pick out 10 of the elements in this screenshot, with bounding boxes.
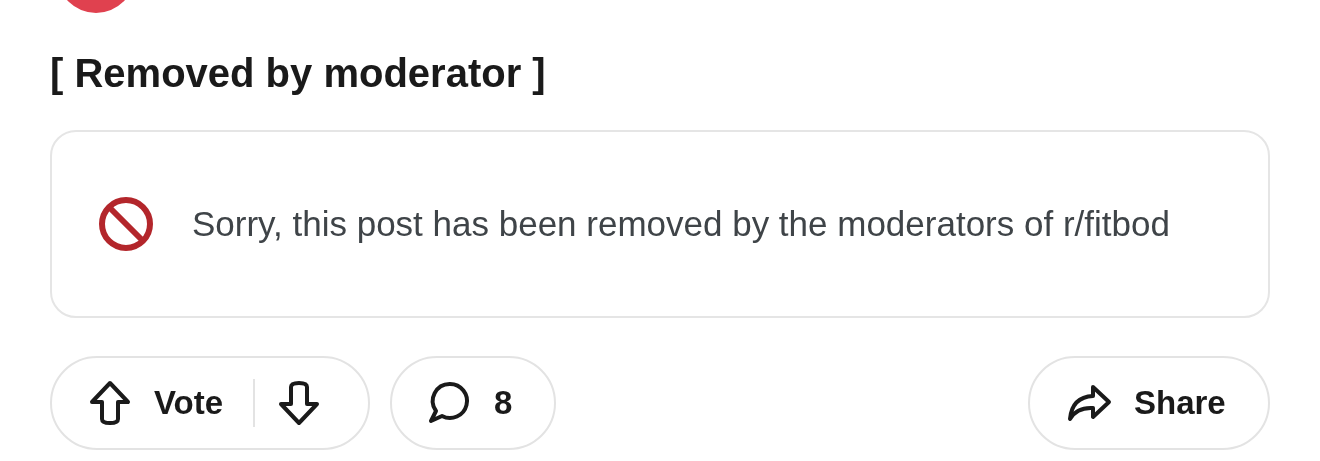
upvote-icon — [88, 380, 132, 426]
comment-icon — [426, 381, 472, 425]
post-title: [ Removed by moderator ] — [50, 50, 547, 96]
upvote-button[interactable]: Vote — [52, 358, 224, 448]
removal-message: Sorry, this post has been removed by the moderators of r/fitbod — [192, 203, 1171, 245]
downvote-icon — [277, 380, 322, 426]
share-icon — [1066, 383, 1112, 423]
prohibited-icon — [98, 196, 154, 252]
comments-button[interactable]: 8 — [390, 356, 556, 450]
share-button[interactable]: Share — [1028, 356, 1270, 450]
